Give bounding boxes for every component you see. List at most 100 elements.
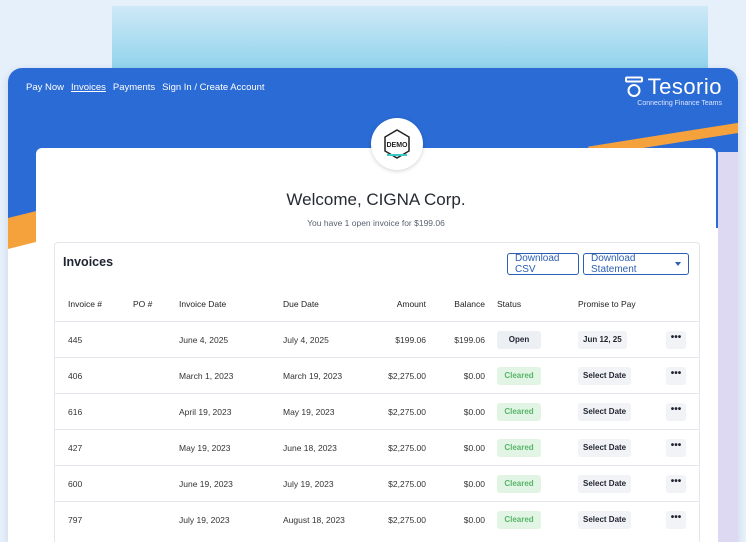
more-options-icon[interactable]: ••• <box>666 367 686 385</box>
promise-to-pay-cell: Select Date <box>578 475 632 493</box>
amount: $2,275.00 <box>388 443 426 453</box>
amount: $2,275.00 <box>388 371 426 381</box>
promise-date-picker[interactable]: Jun 12, 25 <box>578 331 627 349</box>
status-cell: Cleared <box>497 403 541 421</box>
balance: $0.00 <box>463 479 485 489</box>
promise-date-picker[interactable]: Select Date <box>578 403 632 421</box>
caret-down-icon <box>675 262 681 266</box>
row-actions-cell: ••• <box>666 331 686 349</box>
status-cell: Cleared <box>497 475 541 493</box>
due-date: July 4, 2025 <box>283 335 329 345</box>
table-header: Invoice # PO # Invoice Date Due Date Amo… <box>55 299 699 317</box>
promise-date-picker[interactable]: Select Date <box>578 511 632 529</box>
table-row[interactable]: 427 May 19, 2023 June 18, 2023 $2,275.00 $0.… <box>55 429 699 466</box>
open-invoice-summary: You have 1 open invoice for $199.06 <box>307 218 445 228</box>
due-date: March 19, 2023 <box>283 371 343 381</box>
invoice-number: 427 <box>68 443 83 453</box>
nav-invoices[interactable]: Invoices <box>71 82 106 93</box>
brand-tagline: Connecting Finance Teams <box>637 100 722 107</box>
column-amount[interactable]: Amount <box>397 299 426 309</box>
column-po[interactable]: PO # <box>133 299 152 309</box>
status-cell: Cleared <box>497 439 541 457</box>
amount: $2,275.00 <box>388 515 426 525</box>
invoice-date: March 1, 2023 <box>179 371 234 381</box>
nav-payments[interactable]: Payments <box>113 82 155 93</box>
invoice-date: June 4, 2025 <box>179 335 229 345</box>
invoice-date: May 19, 2023 <box>179 443 231 453</box>
invoice-number: 616 <box>68 407 83 417</box>
due-date: June 18, 2023 <box>283 443 337 453</box>
column-invoice[interactable]: Invoice # <box>68 299 102 309</box>
more-options-icon[interactable]: ••• <box>666 475 686 493</box>
column-promise-to-pay[interactable]: Promise to Pay <box>578 299 636 309</box>
promise-to-pay-cell: Jun 12, 25 <box>578 331 627 349</box>
promise-to-pay-cell: Select Date <box>578 367 632 385</box>
invoice-date: July 19, 2023 <box>179 515 230 525</box>
balance: $0.00 <box>463 515 485 525</box>
amount: $199.06 <box>395 335 426 345</box>
column-invoice-date[interactable]: Invoice Date <box>179 299 226 309</box>
side-accent <box>718 152 738 542</box>
invoices-heading: Invoices <box>63 255 114 269</box>
balance: $199.06 <box>454 335 485 345</box>
demo-badge-icon: DEMO <box>384 129 410 159</box>
status-cell: Cleared <box>497 367 541 385</box>
invoice-date: April 19, 2023 <box>179 407 232 417</box>
promise-date-picker[interactable]: Select Date <box>578 367 632 385</box>
invoice-number: 406 <box>68 371 83 381</box>
page-title: Welcome, CIGNA Corp. <box>286 190 466 209</box>
status-badge: Cleared <box>497 403 541 421</box>
brand: Tesorio Connecting Finance Teams <box>624 74 722 107</box>
download-statement-label: Download Statement <box>591 253 637 275</box>
promise-date-picker[interactable]: Select Date <box>578 475 632 493</box>
invoice-number: 797 <box>68 515 83 525</box>
promise-to-pay-cell: Select Date <box>578 403 632 421</box>
status-badge: Cleared <box>497 367 541 385</box>
table-row[interactable]: 616 April 19, 2023 May 19, 2023 $2,275.00 $0… <box>55 393 699 430</box>
top-nav: Pay Now Invoices Payments Sign In / Crea… <box>26 82 265 93</box>
balance: $0.00 <box>463 407 485 417</box>
amount: $2,275.00 <box>388 407 426 417</box>
company-avatar: DEMO <box>371 118 423 170</box>
due-date: July 19, 2023 <box>283 479 334 489</box>
main-card: DEMO Welcome, CIGNA Corp. You have 1 ope… <box>36 118 716 542</box>
download-csv-button[interactable]: Download CSV <box>507 253 579 275</box>
app-window: Pay Now Invoices Payments Sign In / Crea… <box>8 68 738 542</box>
promise-to-pay-cell: Select Date <box>578 511 632 529</box>
table-row[interactable]: 600 June 19, 2023 July 19, 2023 $2,275.00 $0… <box>55 465 699 502</box>
more-options-icon[interactable]: ••• <box>666 403 686 421</box>
row-actions-cell: ••• <box>666 511 686 529</box>
status-badge: Cleared <box>497 439 541 457</box>
nav-pay-now[interactable]: Pay Now <box>26 82 64 93</box>
balance: $0.00 <box>463 371 485 381</box>
status-cell: Open <box>497 331 541 349</box>
invoice-number: 600 <box>68 479 83 489</box>
balance: $0.00 <box>463 443 485 453</box>
column-balance[interactable]: Balance <box>454 299 485 309</box>
table-row[interactable]: 445 June 4, 2025 July 4, 2025 $199.06 $199.0… <box>55 321 699 358</box>
status-cell: Cleared <box>497 511 541 529</box>
invoice-number: 445 <box>68 335 83 345</box>
table-row[interactable]: 406 March 1, 2023 March 19, 2023 $2,275.00 $… <box>55 357 699 394</box>
invoice-date: June 19, 2023 <box>179 479 233 489</box>
invoices-panel: Invoices Download CSV Download Statement… <box>54 242 700 542</box>
table-row[interactable]: 797 July 19, 2023 August 18, 2023 $2,275.00… <box>55 501 699 538</box>
more-options-icon[interactable]: ••• <box>666 511 686 529</box>
download-statement-button[interactable]: Download Statement <box>583 253 689 275</box>
status-badge: Cleared <box>497 475 541 493</box>
badge-text: DEMO <box>387 142 409 149</box>
column-due-date[interactable]: Due Date <box>283 299 319 309</box>
nav-sign-in[interactable]: Sign In / Create Account <box>162 82 264 93</box>
row-actions-cell: ••• <box>666 367 686 385</box>
promise-to-pay-cell: Select Date <box>578 439 632 457</box>
more-options-icon[interactable]: ••• <box>666 331 686 349</box>
status-badge: Cleared <box>497 511 541 529</box>
row-actions-cell: ••• <box>666 475 686 493</box>
download-csv-label: Download CSV <box>515 253 560 275</box>
due-date: May 19, 2023 <box>283 407 335 417</box>
row-actions-cell: ••• <box>666 439 686 457</box>
due-date: August 18, 2023 <box>283 515 345 525</box>
more-options-icon[interactable]: ••• <box>666 439 686 457</box>
promise-date-picker[interactable]: Select Date <box>578 439 632 457</box>
column-status[interactable]: Status <box>497 299 521 309</box>
